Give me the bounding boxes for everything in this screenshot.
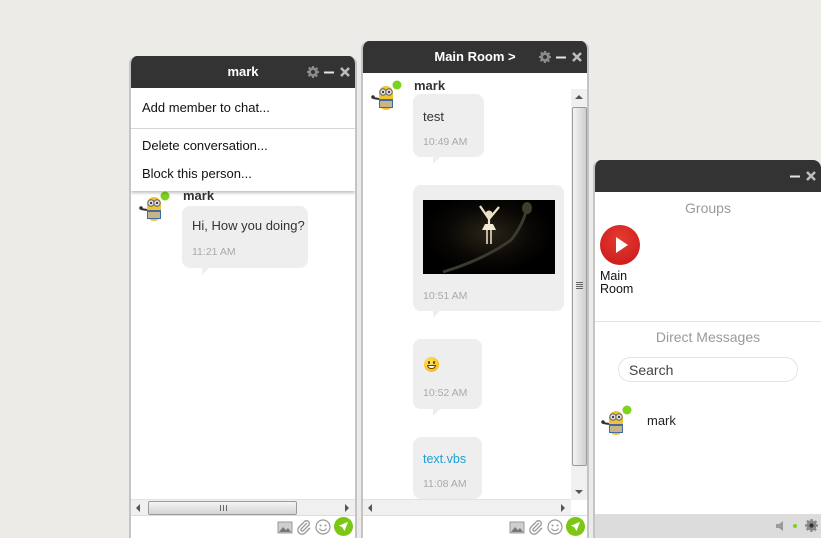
- group-name: Main Room: [600, 269, 634, 296]
- menu-item-add-member[interactable]: Add member to chat...: [142, 100, 270, 115]
- contact-item[interactable]: mark: [597, 402, 807, 442]
- scroll-left-arrow[interactable]: [368, 504, 372, 512]
- message-bubble-file: text.vbs 11:08 AM: [413, 437, 482, 499]
- paperclip-icon[interactable]: [528, 519, 544, 535]
- avatar: [137, 191, 171, 225]
- scroll-thumb[interactable]: [148, 501, 297, 515]
- group-main-room-button[interactable]: [600, 225, 640, 265]
- message-bubble: Hi, How you doing? 11:21 AM: [182, 206, 308, 275]
- send-icon: [570, 521, 581, 532]
- contacts-window: Groups Main Room Direct Messages mark: [593, 160, 821, 538]
- paperclip-icon[interactable]: [296, 519, 312, 535]
- gear-icon[interactable]: [805, 519, 818, 532]
- minimize-icon[interactable]: [789, 170, 801, 182]
- message-bubble-image: 10:51 AM: [413, 185, 564, 318]
- close-icon[interactable]: [805, 170, 817, 182]
- horizontal-scrollbar[interactable]: [363, 499, 571, 516]
- message-bubble-emoji: 10:52 AM: [413, 339, 482, 416]
- direct-messages-heading: Direct Messages: [655, 329, 761, 345]
- minimize-icon[interactable]: [555, 51, 567, 63]
- avatar: [599, 405, 633, 439]
- send-icon: [338, 521, 349, 532]
- vertical-scrollbar[interactable]: [571, 89, 587, 500]
- file-link[interactable]: text.vbs: [423, 452, 466, 466]
- group-label[interactable]: Main Room: [600, 270, 640, 296]
- message-time: 10:49 AM: [423, 136, 468, 148]
- online-status-dot: [793, 523, 797, 528]
- contact-name: mark: [647, 413, 676, 428]
- titlebar[interactable]: [595, 160, 821, 192]
- image-icon[interactable]: [277, 519, 293, 535]
- menu-separator: [131, 128, 355, 129]
- smiley-emoji: [424, 357, 439, 372]
- scroll-left-arrow[interactable]: [136, 504, 140, 512]
- horizontal-scrollbar[interactable]: [131, 499, 355, 516]
- smiley-icon[interactable]: [315, 519, 331, 535]
- gear-icon[interactable]: [539, 51, 551, 63]
- chat-window-main-room: Main Room > mark test 10:49 AM 10:51 AM …: [361, 41, 589, 538]
- message-composer[interactable]: [131, 515, 355, 538]
- message-bubble: test 10:49 AM: [413, 94, 484, 164]
- message-time: 11:08 AM: [423, 478, 467, 490]
- contacts-footer: [595, 514, 821, 538]
- message-composer[interactable]: [363, 515, 587, 538]
- avatar: [369, 80, 403, 114]
- groups-heading: Groups: [685, 200, 731, 216]
- search-input[interactable]: [618, 357, 798, 382]
- section-divider: [595, 321, 821, 322]
- message-text: test: [423, 109, 444, 124]
- send-button[interactable]: [566, 517, 585, 536]
- window-title: mark: [227, 64, 259, 79]
- scroll-right-arrow[interactable]: [345, 504, 349, 512]
- speaker-icon[interactable]: [775, 520, 785, 532]
- send-button[interactable]: [334, 517, 353, 536]
- scroll-down-arrow[interactable]: [575, 490, 583, 494]
- sender-name: mark: [414, 78, 446, 93]
- titlebar[interactable]: Main Room >: [363, 41, 587, 73]
- image-icon[interactable]: [509, 519, 525, 535]
- minimize-icon[interactable]: [323, 66, 335, 78]
- gear-icon[interactable]: [307, 66, 319, 78]
- message-time: 10:52 AM: [423, 387, 468, 399]
- scroll-up-arrow[interactable]: [575, 95, 583, 99]
- message-time: 11:21 AM: [192, 246, 236, 258]
- close-icon[interactable]: [339, 66, 351, 78]
- message-text: Hi, How you doing?: [192, 218, 305, 233]
- window-title[interactable]: Main Room >: [434, 49, 515, 64]
- scroll-thumb[interactable]: [572, 107, 587, 466]
- close-icon[interactable]: [571, 51, 583, 63]
- menu-item-delete-conversation[interactable]: Delete conversation...: [142, 138, 268, 153]
- smiley-icon[interactable]: [547, 519, 563, 535]
- menu-item-block-person[interactable]: Block this person...: [142, 166, 252, 181]
- message-time: 10:51 AM: [423, 290, 468, 302]
- scroll-right-arrow[interactable]: [561, 504, 565, 512]
- ballerina-image: [442, 202, 532, 274]
- settings-menu: Add member to chat... Delete conversatio…: [131, 88, 355, 191]
- chat-window-mark: mark Add member to chat... Delete conver…: [129, 56, 357, 538]
- titlebar[interactable]: mark: [131, 56, 355, 88]
- shared-image[interactable]: [423, 200, 555, 274]
